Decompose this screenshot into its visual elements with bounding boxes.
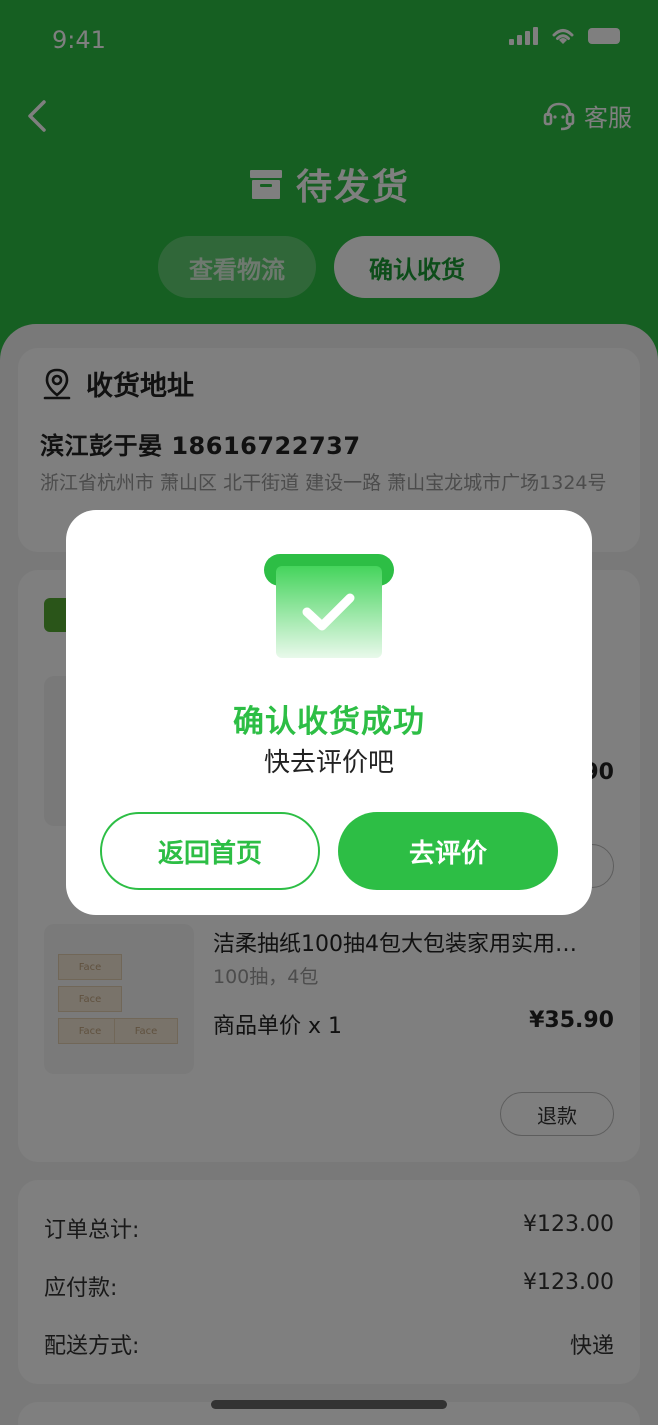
- modal-subtitle: 快去评价吧: [263, 748, 394, 778]
- check-box-icon: [264, 554, 394, 658]
- modal-title: 确认收货成功: [233, 704, 425, 740]
- write-review-button[interactable]: 去评价: [338, 812, 558, 890]
- success-modal: 确认收货成功 快去评价吧 返回首页 去评价: [66, 510, 592, 915]
- back-home-button[interactable]: 返回首页: [100, 812, 320, 890]
- home-indicator[interactable]: [211, 1400, 447, 1409]
